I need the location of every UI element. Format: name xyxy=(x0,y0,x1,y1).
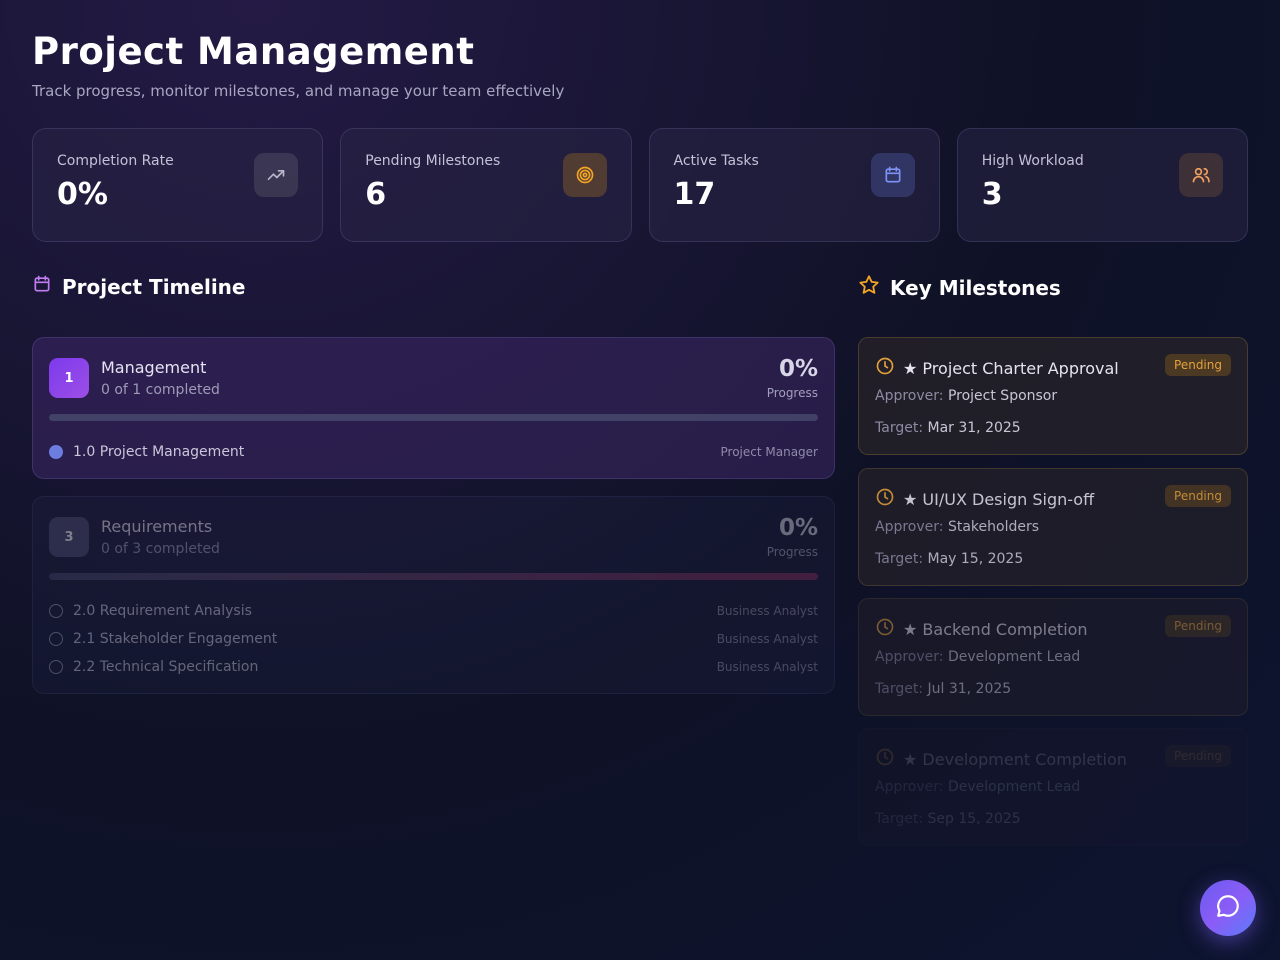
phase-completed: 0 of 3 completed xyxy=(101,541,220,557)
stat-card-high-workload: High Workload 3 xyxy=(956,128,1248,242)
approver-key: Approver: xyxy=(875,779,944,795)
milestone-title: ★ Development Completion xyxy=(903,749,1127,769)
task-status-dot xyxy=(49,660,63,674)
milestone-card[interactable]: ★ UI/UX Design Sign-off Pending Approver… xyxy=(858,468,1248,586)
task-name: 2.1 Stakeholder Engagement xyxy=(73,631,278,647)
approver-value: Development Lead xyxy=(947,779,1081,795)
approver-value: Development Lead xyxy=(947,649,1081,665)
phase-name: Management xyxy=(101,358,207,377)
task-name: 2.0 Requirement Analysis xyxy=(73,603,252,619)
milestone-target: Target: Mar 31, 2025 xyxy=(875,420,1021,436)
stat-card-pending-milestones: Pending Milestones 6 xyxy=(340,128,632,242)
page-title: Project Management xyxy=(32,30,475,73)
users-icon xyxy=(1179,153,1223,197)
milestone-approver: Approver: Development Lead xyxy=(875,649,1080,665)
clock-icon xyxy=(875,747,895,771)
status-badge: Pending xyxy=(1165,615,1231,637)
task-role: Business Analyst xyxy=(716,632,818,646)
clock-icon xyxy=(875,487,895,511)
page: Project Management Track progress, monit… xyxy=(32,30,1248,846)
stats-row: Completion Rate 0% Pending Milestones 6 … xyxy=(32,128,1248,242)
milestone-title: ★ Project Charter Approval xyxy=(903,358,1119,378)
timeline-section-title: Project Timeline xyxy=(32,274,245,299)
status-badge: Pending xyxy=(1165,745,1231,767)
phase-percent: 0% xyxy=(778,515,818,541)
phase-number: 3 xyxy=(49,517,89,557)
timeline-title: Project Timeline xyxy=(62,274,246,299)
target-value: Jul 31, 2025 xyxy=(927,681,1012,697)
status-badge: Pending xyxy=(1165,485,1231,507)
task-status-dot xyxy=(49,445,63,459)
phase-name: Requirements xyxy=(101,517,213,536)
clock-icon xyxy=(875,356,895,380)
approver-value: Stakeholders xyxy=(947,519,1040,535)
calendar-icon xyxy=(32,274,52,299)
approver-key: Approver: xyxy=(875,519,944,535)
phase-number: 1 xyxy=(49,358,89,398)
approver-key: Approver: xyxy=(875,649,944,665)
star-icon xyxy=(858,274,880,301)
target-key: Target: xyxy=(875,420,924,436)
task-role: Business Analyst xyxy=(716,660,818,674)
milestone-card[interactable]: ★ Backend Completion Pending Approver: D… xyxy=(858,598,1248,716)
phase-percent-label: Progress xyxy=(766,545,818,559)
phase-percent: 0% xyxy=(778,356,818,382)
task-status-dot xyxy=(49,632,63,646)
target-value: Sep 15, 2025 xyxy=(927,811,1021,827)
calendar-icon xyxy=(870,153,915,197)
task-status-dot xyxy=(49,604,63,618)
milestone-approver: Approver: Project Sponsor xyxy=(875,388,1057,404)
milestone-card[interactable]: ★ Project Charter Approval Pending Appro… xyxy=(858,337,1248,455)
target-key: Target: xyxy=(875,681,924,697)
task-role: Project Manager xyxy=(720,445,818,459)
milestone-approver: Approver: Stakeholders xyxy=(875,519,1039,535)
task-name: 1.0 Project Management xyxy=(73,444,245,460)
status-badge: Pending xyxy=(1165,354,1231,376)
stat-card-completion-rate: Completion Rate 0% xyxy=(32,128,324,242)
target-key: Target: xyxy=(875,551,924,567)
phase-completed: 0 of 1 completed xyxy=(101,382,220,398)
task-row[interactable]: 2.2 Technical Specification Business Ana… xyxy=(49,657,818,677)
target-key: Target: xyxy=(875,811,924,827)
target-value: May 15, 2025 xyxy=(927,551,1024,567)
target-icon xyxy=(562,153,607,197)
phase-card-requirements[interactable]: 3 Requirements 0 of 3 completed 0% Progr… xyxy=(32,496,835,694)
target-value: Mar 31, 2025 xyxy=(927,420,1021,436)
milestones-section-title: Key Milestones xyxy=(858,274,1061,301)
milestone-title-row: ★ Project Charter Approval xyxy=(875,356,1119,380)
milestone-target: Target: Jul 31, 2025 xyxy=(875,681,1011,697)
phase-progress-bar xyxy=(49,414,818,421)
page-subtitle: Track progress, monitor milestones, and … xyxy=(32,82,565,100)
phase-progress-bar xyxy=(49,573,818,580)
approver-key: Approver: xyxy=(875,388,944,404)
task-name: 2.2 Technical Specification xyxy=(73,659,259,675)
milestone-target: Target: Sep 15, 2025 xyxy=(875,811,1021,827)
milestone-title-row: ★ UI/UX Design Sign-off xyxy=(875,487,1094,511)
phase-percent-label: Progress xyxy=(766,386,818,400)
chat-bubble-icon xyxy=(1215,893,1241,923)
task-role: Business Analyst xyxy=(716,604,818,618)
milestone-title-row: ★ Development Completion xyxy=(875,747,1127,771)
milestones-title: Key Milestones xyxy=(890,275,1061,300)
milestone-title: ★ Backend Completion xyxy=(903,619,1088,639)
task-row[interactable]: 2.1 Stakeholder Engagement Business Anal… xyxy=(49,629,818,649)
milestone-card[interactable]: ★ Development Completion Pending Approve… xyxy=(858,728,1248,846)
phase-card-management[interactable]: 1 Management 0 of 1 completed 0% Progres… xyxy=(32,337,835,479)
milestone-title: ★ UI/UX Design Sign-off xyxy=(903,489,1095,509)
task-row[interactable]: 2.0 Requirement Analysis Business Analys… xyxy=(49,601,818,621)
trending-up-icon xyxy=(254,153,299,197)
milestone-title-row: ★ Backend Completion xyxy=(875,617,1088,641)
approver-value: Project Sponsor xyxy=(947,388,1058,404)
chat-button[interactable] xyxy=(1200,880,1256,936)
milestone-target: Target: May 15, 2025 xyxy=(875,551,1023,567)
clock-icon xyxy=(875,617,895,641)
milestone-approver: Approver: Development Lead xyxy=(875,779,1080,795)
task-row[interactable]: 1.0 Project Management Project Manager xyxy=(49,442,818,462)
stat-card-active-tasks: Active Tasks 17 xyxy=(648,128,940,242)
